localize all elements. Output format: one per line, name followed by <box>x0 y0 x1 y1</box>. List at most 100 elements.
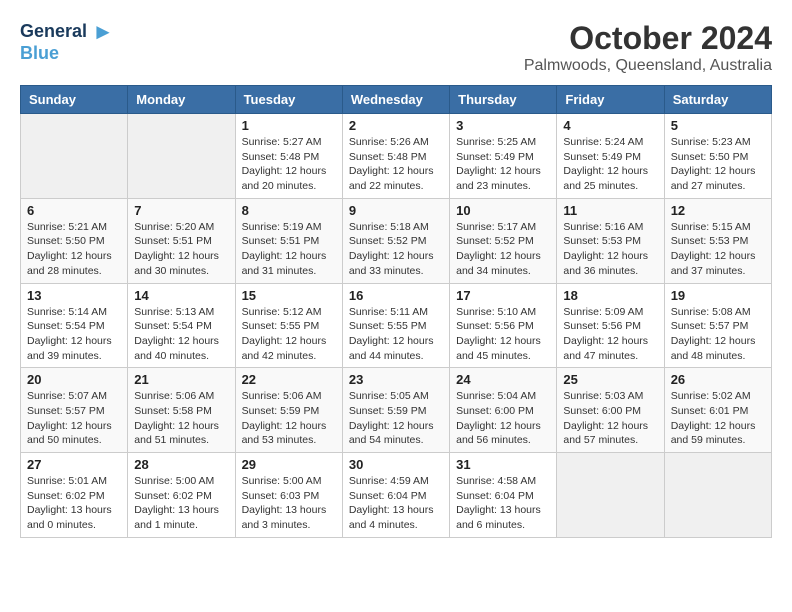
calendar-cell <box>128 114 235 199</box>
day-number: 31 <box>456 457 550 472</box>
weekday-header-tuesday: Tuesday <box>235 86 342 114</box>
calendar-cell: 27 Sunrise: 5:01 AM Sunset: 6:02 PM Dayli… <box>21 453 128 538</box>
day-info: Sunrise: 5:12 AM Sunset: 5:55 PM Dayligh… <box>242 305 336 364</box>
calendar-cell <box>557 453 664 538</box>
day-info: Sunrise: 5:26 AM Sunset: 5:48 PM Dayligh… <box>349 135 443 194</box>
calendar-cell: 12Sunrise: 5:15 AM Sunset: 5:53 PM Dayli… <box>664 198 771 283</box>
day-number: 27 <box>27 457 121 472</box>
logo: General ► Blue <box>20 20 114 64</box>
day-info: Sunrise: 5:09 AM Sunset: 5:56 PM Dayligh… <box>563 305 657 364</box>
calendar-cell <box>21 114 128 199</box>
weekday-header-friday: Friday <box>557 86 664 114</box>
location-title: Palmwoods, Queensland, Australia <box>524 57 772 75</box>
day-number: 10 <box>456 203 550 218</box>
day-number: 28 <box>134 457 228 472</box>
calendar-cell: 4 Sunrise: 5:24 AM Sunset: 5:49 PM Daylig… <box>557 114 664 199</box>
day-number: 21 <box>134 372 228 387</box>
calendar-cell: 20Sunrise: 5:07 AM Sunset: 5:57 PM Dayli… <box>21 368 128 453</box>
week-row-5: 27 Sunrise: 5:01 AM Sunset: 6:02 PM Dayli… <box>21 453 772 538</box>
day-number: 25 <box>563 372 657 387</box>
day-number: 5 <box>671 118 765 133</box>
calendar-cell: 1 Sunrise: 5:27 AM Sunset: 5:48 PM Daylig… <box>235 114 342 199</box>
day-info: Sunrise: 5:25 AM Sunset: 5:49 PM Dayligh… <box>456 135 550 194</box>
day-info: Sunrise: 5:11 AM Sunset: 5:55 PM Dayligh… <box>349 305 443 364</box>
day-info: Sunrise: 5:24 AM Sunset: 5:49 PM Dayligh… <box>563 135 657 194</box>
day-info: Sunrise: 5:06 AM Sunset: 5:58 PM Dayligh… <box>134 389 228 448</box>
day-number: 9 <box>349 203 443 218</box>
title-block: October 2024 Palmwoods, Queensland, Aust… <box>524 20 772 75</box>
day-number: 11 <box>563 203 657 218</box>
calendar-cell: 13 Sunrise: 5:14 AM Sunset: 5:54 PM Dayli… <box>21 283 128 368</box>
calendar-cell: 15 Sunrise: 5:12 AM Sunset: 5:55 PM Dayli… <box>235 283 342 368</box>
day-number: 30 <box>349 457 443 472</box>
calendar-cell: 17 Sunrise: 5:10 AM Sunset: 5:56 PM Dayli… <box>450 283 557 368</box>
day-number: 23 <box>349 372 443 387</box>
day-info: Sunrise: 5:03 AM Sunset: 6:00 PM Dayligh… <box>563 389 657 448</box>
day-info: Sunrise: 5:10 AM Sunset: 5:56 PM Dayligh… <box>456 305 550 364</box>
page-header: General ► Blue October 2024 Palmwoods, Q… <box>20 20 772 75</box>
day-info: Sunrise: 5:05 AM Sunset: 5:59 PM Dayligh… <box>349 389 443 448</box>
calendar-cell: 25 Sunrise: 5:03 AM Sunset: 6:00 PM Dayli… <box>557 368 664 453</box>
logo-bird-icon: ► <box>92 19 114 44</box>
day-number: 2 <box>349 118 443 133</box>
calendar-cell: 22Sunrise: 5:06 AM Sunset: 5:59 PM Dayli… <box>235 368 342 453</box>
day-number: 15 <box>242 288 336 303</box>
day-info: Sunrise: 5:04 AM Sunset: 6:00 PM Dayligh… <box>456 389 550 448</box>
day-number: 4 <box>563 118 657 133</box>
day-number: 13 <box>27 288 121 303</box>
day-number: 29 <box>242 457 336 472</box>
day-info: Sunrise: 5:02 AM Sunset: 6:01 PM Dayligh… <box>671 389 765 448</box>
weekday-header-monday: Monday <box>128 86 235 114</box>
day-info: Sunrise: 4:59 AM Sunset: 6:04 PM Dayligh… <box>349 474 443 533</box>
day-number: 3 <box>456 118 550 133</box>
day-number: 20 <box>27 372 121 387</box>
calendar-cell: 5 Sunrise: 5:23 AM Sunset: 5:50 PM Daylig… <box>664 114 771 199</box>
day-number: 26 <box>671 372 765 387</box>
calendar-cell: 7 Sunrise: 5:20 AM Sunset: 5:51 PM Daylig… <box>128 198 235 283</box>
day-info: Sunrise: 5:18 AM Sunset: 5:52 PM Dayligh… <box>349 220 443 279</box>
day-info: Sunrise: 5:08 AM Sunset: 5:57 PM Dayligh… <box>671 305 765 364</box>
day-number: 19 <box>671 288 765 303</box>
calendar-cell: 8Sunrise: 5:19 AM Sunset: 5:51 PM Daylig… <box>235 198 342 283</box>
weekday-header-saturday: Saturday <box>664 86 771 114</box>
calendar-body: 1 Sunrise: 5:27 AM Sunset: 5:48 PM Daylig… <box>21 114 772 538</box>
calendar-cell: 29Sunrise: 5:00 AM Sunset: 6:03 PM Dayli… <box>235 453 342 538</box>
day-number: 17 <box>456 288 550 303</box>
calendar-cell: 31 Sunrise: 4:58 AM Sunset: 6:04 PM Dayli… <box>450 453 557 538</box>
calendar-cell: 16 Sunrise: 5:11 AM Sunset: 5:55 PM Dayli… <box>342 283 449 368</box>
calendar-cell: 26 Sunrise: 5:02 AM Sunset: 6:01 PM Dayli… <box>664 368 771 453</box>
day-info: Sunrise: 4:58 AM Sunset: 6:04 PM Dayligh… <box>456 474 550 533</box>
day-info: Sunrise: 5:06 AM Sunset: 5:59 PM Dayligh… <box>242 389 336 448</box>
calendar-cell: 30 Sunrise: 4:59 AM Sunset: 6:04 PM Dayli… <box>342 453 449 538</box>
day-info: Sunrise: 5:14 AM Sunset: 5:54 PM Dayligh… <box>27 305 121 364</box>
weekday-header-thursday: Thursday <box>450 86 557 114</box>
calendar-cell <box>664 453 771 538</box>
day-number: 7 <box>134 203 228 218</box>
calendar-table: SundayMondayTuesdayWednesdayThursdayFrid… <box>20 85 772 538</box>
calendar-cell: 18Sunrise: 5:09 AM Sunset: 5:56 PM Dayli… <box>557 283 664 368</box>
calendar-cell: 10 Sunrise: 5:17 AM Sunset: 5:52 PM Dayli… <box>450 198 557 283</box>
day-number: 24 <box>456 372 550 387</box>
day-info: Sunrise: 5:00 AM Sunset: 6:02 PM Dayligh… <box>134 474 228 533</box>
day-info: Sunrise: 5:27 AM Sunset: 5:48 PM Dayligh… <box>242 135 336 194</box>
day-number: 12 <box>671 203 765 218</box>
calendar-cell: 19 Sunrise: 5:08 AM Sunset: 5:57 PM Dayli… <box>664 283 771 368</box>
day-number: 6 <box>27 203 121 218</box>
day-number: 1 <box>242 118 336 133</box>
day-info: Sunrise: 5:01 AM Sunset: 6:02 PM Dayligh… <box>27 474 121 533</box>
day-info: Sunrise: 5:23 AM Sunset: 5:50 PM Dayligh… <box>671 135 765 194</box>
day-info: Sunrise: 5:21 AM Sunset: 5:50 PM Dayligh… <box>27 220 121 279</box>
calendar-cell: 14 Sunrise: 5:13 AM Sunset: 5:54 PM Dayli… <box>128 283 235 368</box>
logo-general: General <box>20 21 87 41</box>
day-info: Sunrise: 5:17 AM Sunset: 5:52 PM Dayligh… <box>456 220 550 279</box>
week-row-1: 1 Sunrise: 5:27 AM Sunset: 5:48 PM Daylig… <box>21 114 772 199</box>
logo-blue: Blue <box>20 44 114 64</box>
day-number: 16 <box>349 288 443 303</box>
calendar-cell: 3 Sunrise: 5:25 AM Sunset: 5:49 PM Daylig… <box>450 114 557 199</box>
day-number: 14 <box>134 288 228 303</box>
day-info: Sunrise: 5:20 AM Sunset: 5:51 PM Dayligh… <box>134 220 228 279</box>
calendar-cell: 24 Sunrise: 5:04 AM Sunset: 6:00 PM Dayli… <box>450 368 557 453</box>
calendar-cell: 23 Sunrise: 5:05 AM Sunset: 5:59 PM Dayli… <box>342 368 449 453</box>
day-number: 8 <box>242 203 336 218</box>
day-info: Sunrise: 5:13 AM Sunset: 5:54 PM Dayligh… <box>134 305 228 364</box>
